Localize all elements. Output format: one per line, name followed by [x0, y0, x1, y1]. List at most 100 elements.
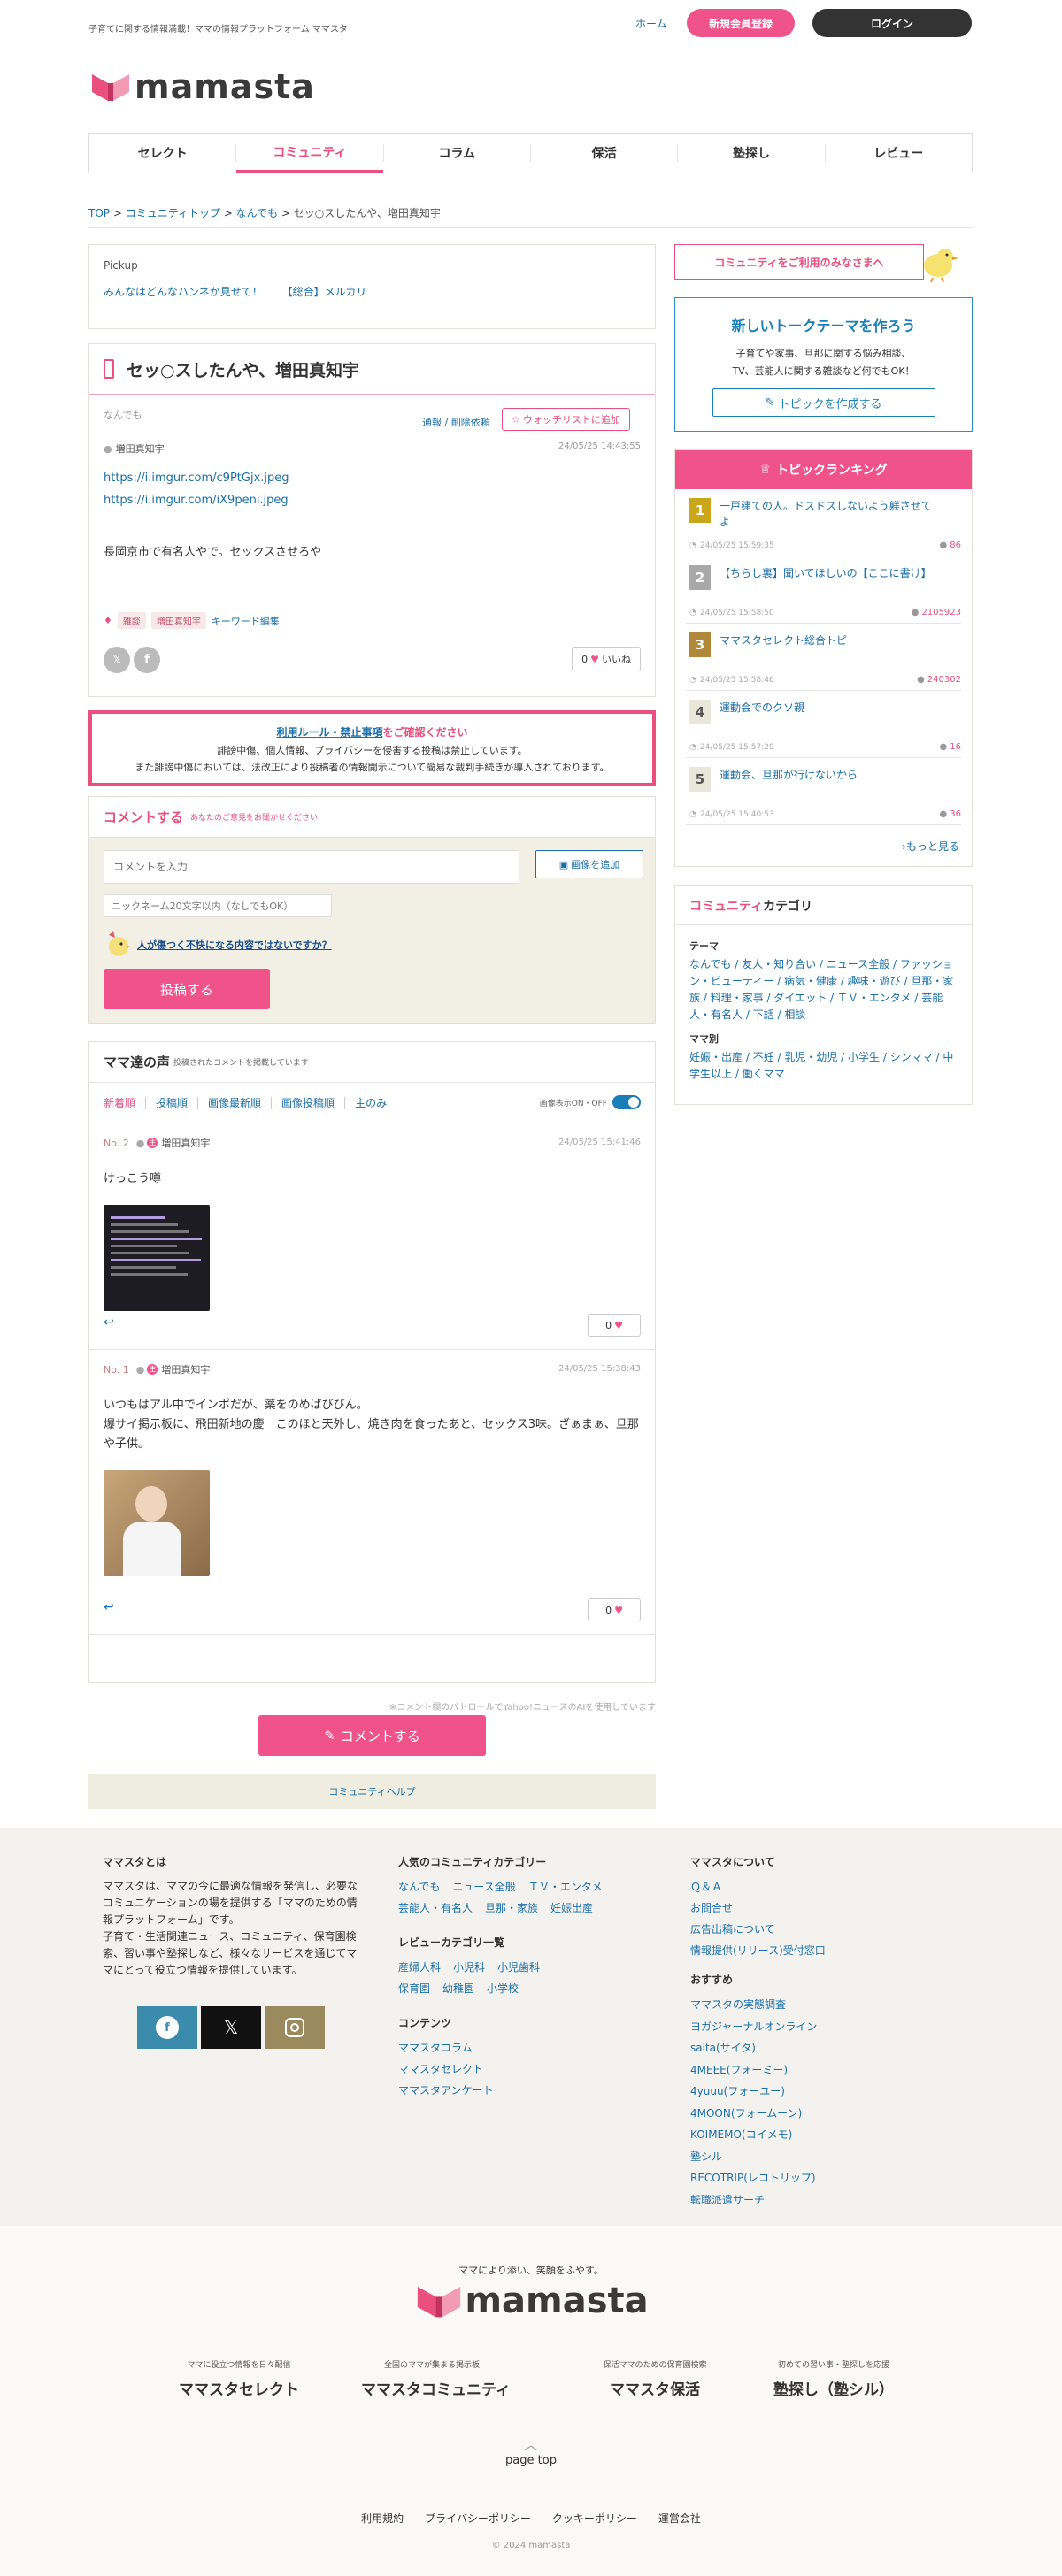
- tag-chip[interactable]: 雑談: [117, 612, 146, 629]
- footer-link[interactable]: 塾シル: [690, 2146, 956, 2168]
- footer-link[interactable]: 4yuuu(フォーユー): [690, 2081, 956, 2103]
- service-link[interactable]: ママに役立つ情報を日々配信 ママスタセレクト: [168, 2358, 310, 2399]
- footer-link[interactable]: 保育園: [398, 1978, 430, 1999]
- nav-tab[interactable]: コラム: [384, 134, 530, 172]
- post-link[interactable]: https://i.imgur.com/iX9peni.jpeg: [104, 494, 641, 507]
- comment-like-button[interactable]: 0 ♥: [588, 1598, 641, 1622]
- footer-link[interactable]: KOIMEMO(コイメモ): [690, 2124, 956, 2146]
- filter-option[interactable]: 画像投稿順: [281, 1095, 335, 1110]
- warning-link[interactable]: 人が傷つく不快になる内容ではないですか？: [137, 938, 332, 952]
- comment-image[interactable]: [104, 1470, 210, 1576]
- footer-link[interactable]: ヨガジャーナルオンライン: [690, 2016, 956, 2038]
- comment-like-button[interactable]: 0 ♥: [588, 1314, 641, 1337]
- nav-tab[interactable]: コミュニティ: [236, 134, 383, 172]
- register-button[interactable]: 新規会員登録: [687, 9, 795, 37]
- add-image-button[interactable]: ▣ 画像を追加: [535, 850, 643, 878]
- filter-option[interactable]: 新着順: [104, 1095, 135, 1110]
- footer-link[interactable]: ママスタの実態調査: [690, 1994, 956, 2016]
- footer-link[interactable]: 芸能人・有名人: [398, 1898, 473, 1919]
- ranking-item[interactable]: 1 一戸建ての人。ドスドスしないよう躾させてよ ◔ 24/05/25 15:59:35…: [686, 489, 961, 556]
- reply-icon[interactable]: ↩: [104, 1315, 114, 1330]
- facebook-share-icon[interactable]: f: [134, 647, 160, 673]
- service-link[interactable]: 全国のママが集まる掲示板 ママスタコミュニティ: [361, 2358, 511, 2399]
- footer-link[interactable]: ママスタコラム: [398, 2037, 664, 2058]
- footer-link[interactable]: 4MEEE(フォーミー): [690, 2059, 956, 2082]
- watchlist-button[interactable]: ☆ ウォッチリストに追加: [502, 408, 630, 431]
- footer-link[interactable]: ＴＶ・エンタメ: [528, 1876, 603, 1898]
- ranking-count: 36: [950, 809, 961, 819]
- x-link[interactable]: 𝕏: [201, 2006, 261, 2049]
- tag-chip[interactable]: 増田真知宇: [150, 612, 206, 629]
- footer-link[interactable]: 4MOON(フォームーン): [690, 2103, 956, 2125]
- create-topic-button[interactable]: ✎ トピックを作成する: [712, 388, 935, 417]
- x-share-icon[interactable]: 𝕏: [104, 647, 130, 673]
- home-link[interactable]: ホーム: [635, 16, 667, 31]
- nickname-input[interactable]: [104, 894, 332, 917]
- theme-links[interactable]: なんでも / 友人・知り合い / ニュース全般 / ファッション・ビューティー …: [689, 956, 958, 1024]
- filter-option[interactable]: 投稿順: [156, 1095, 188, 1110]
- photo-figure: [135, 1486, 167, 1522]
- footer-link[interactable]: 妊娠出産: [550, 1898, 593, 1919]
- footer-link[interactable]: 小学校: [487, 1978, 519, 1999]
- footer-link[interactable]: 転職派遣サーチ: [690, 2189, 956, 2212]
- comment-image[interactable]: [104, 1205, 210, 1311]
- post-link[interactable]: https://i.imgur.com/c9PtGjx.jpeg: [104, 472, 641, 485]
- bottom-link[interactable]: プライバシーポリシー: [425, 2511, 531, 2526]
- nav-tab[interactable]: レビュー: [826, 134, 972, 172]
- login-button[interactable]: ログイン: [812, 9, 972, 37]
- footer-link[interactable]: 情報提供(リリース)受付窓口: [690, 1940, 956, 1961]
- breadcrumb-top[interactable]: TOP: [88, 207, 110, 219]
- footer-link[interactable]: ママスタアンケート: [398, 2080, 664, 2101]
- footer-link[interactable]: 小児科: [453, 1957, 485, 1978]
- like-button[interactable]: 0 ♥ いいね: [572, 647, 641, 671]
- service-link[interactable]: 保活ママのための保育園検索 ママスタ保活: [584, 2358, 726, 2399]
- footer-link[interactable]: RECOTRIP(レコトリップ): [690, 2167, 956, 2189]
- footer-link[interactable]: なんでも: [398, 1876, 440, 1898]
- nav-tab[interactable]: 保活: [531, 134, 677, 172]
- community-help-link[interactable]: コミュニティヘルプ: [88, 1774, 656, 1809]
- bottom-link[interactable]: 利用規約: [361, 2511, 404, 2526]
- bottom-link[interactable]: クッキーポリシー: [552, 2511, 637, 2526]
- footer-link[interactable]: 産婦人科: [398, 1957, 441, 1978]
- breadcrumb-category[interactable]: なんでも: [236, 207, 278, 219]
- footer-link[interactable]: Ｑ＆Ａ: [690, 1876, 956, 1898]
- ranking-more-link[interactable]: ›もっと見る: [902, 839, 959, 854]
- breadcrumb-community-top[interactable]: コミュニティトップ: [126, 207, 220, 219]
- comment-input[interactable]: [104, 850, 519, 884]
- reply-icon[interactable]: ↩: [104, 1600, 114, 1614]
- rules-link[interactable]: 利用ルール・禁止事項: [276, 726, 382, 739]
- filter-option[interactable]: 画像最新順: [208, 1095, 261, 1110]
- submit-button[interactable]: 投稿する: [104, 969, 270, 1009]
- facebook-link[interactable]: f: [137, 2006, 197, 2049]
- ranking-item[interactable]: 5 運動会、旦那が行けないから ◔ 24/05/25 15:40:53 ● 36: [686, 758, 961, 825]
- footer-link[interactable]: 広告出稿について: [690, 1919, 956, 1940]
- ranking-item[interactable]: 2 【ちらし裏】聞いてほしいの【ここに書け】 ◔ 24/05/25 15:58:50 ●…: [686, 556, 961, 624]
- pickup-link[interactable]: 【総合】メルカリ: [282, 286, 367, 298]
- nav-tab[interactable]: セレクト: [89, 134, 235, 172]
- comment-button[interactable]: ✎ コメントする: [258, 1715, 486, 1756]
- page-top-link[interactable]: ︿ page top: [0, 2433, 1062, 2467]
- footer-link[interactable]: 旦那・家族: [485, 1898, 538, 1919]
- mama-links[interactable]: 妊娠・出産 / 不妊 / 乳児・幼児 / 小学生 / シンママ / 中学生以上 …: [689, 1049, 958, 1083]
- footer-link[interactable]: ニュース全般: [452, 1876, 515, 1898]
- footer-link[interactable]: お問合せ: [690, 1898, 956, 1919]
- footer-logo[interactable]: mamasta: [412, 2281, 650, 2321]
- footer-link[interactable]: 小児歯科: [497, 1957, 540, 1978]
- footer-link[interactable]: saita(サイタ): [690, 2037, 956, 2059]
- site-logo[interactable]: mamasta: [88, 67, 315, 106]
- ranking-item[interactable]: 4 運動会でのクソ親 ◔ 24/05/25 15:57:29 ● 16: [686, 691, 961, 758]
- report-link[interactable]: 通報 / 削除依頼: [422, 415, 490, 429]
- nav-tab[interactable]: 塾探し: [678, 134, 824, 172]
- bottom-link[interactable]: 運営会社: [658, 2511, 701, 2526]
- pickup-link[interactable]: みんなはどんなハンネか見せて！: [104, 286, 263, 298]
- filter-option[interactable]: 主のみ: [355, 1095, 387, 1110]
- instagram-link[interactable]: [265, 2006, 325, 2049]
- footer-link[interactable]: ママスタセレクト: [398, 2058, 664, 2080]
- service-link[interactable]: 初めての習い事・塾探しを応援 塾探し（塾シル）: [763, 2358, 904, 2399]
- footer-link[interactable]: 幼稚園: [442, 1978, 474, 1999]
- image-toggle-switch[interactable]: [612, 1095, 641, 1109]
- community-users-button[interactable]: コミュニティをご利用のみなさまへ: [674, 244, 924, 280]
- keyword-edit-link[interactable]: キーワード編集: [212, 614, 280, 628]
- footer-slogan: ママにより添い、笑顔をふやす。: [458, 2265, 604, 2276]
- ranking-item[interactable]: 3 ママスタセレクト総合トピ ◔ 24/05/25 15:58:46 ● 240302: [686, 624, 961, 691]
